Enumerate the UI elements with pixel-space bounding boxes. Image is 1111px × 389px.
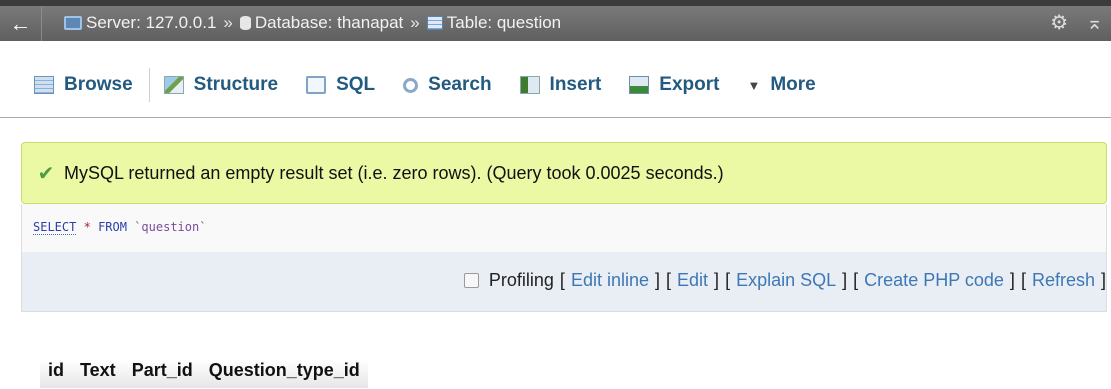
tabs-divider bbox=[0, 117, 1111, 118]
edit-link[interactable]: Edit bbox=[677, 270, 708, 291]
column-header-question-type-id[interactable]: Question_type_id bbox=[200, 360, 368, 388]
tab-label: Search bbox=[428, 74, 492, 95]
explain-sql-link[interactable]: Explain SQL bbox=[736, 270, 836, 291]
tab-browse[interactable]: Browse bbox=[20, 68, 150, 102]
breadcrumb-table[interactable]: Table: question bbox=[426, 13, 561, 33]
sql-query-box: SELECT * FROM `question` Profiling [Edit… bbox=[21, 204, 1107, 312]
browse-icon bbox=[34, 76, 54, 94]
breadcrumb-separator: » bbox=[410, 13, 420, 32]
database-icon bbox=[239, 16, 251, 30]
bracket: [ bbox=[559, 270, 565, 290]
bracket: [ bbox=[853, 270, 859, 290]
bracket: ] bbox=[1100, 270, 1106, 290]
result-column-headers: id Text Part_id Question_type_id bbox=[40, 360, 368, 388]
back-arrow-icon[interactable]: ← bbox=[0, 6, 42, 41]
breadcrumb-database-label[interactable]: Database: thanapat bbox=[255, 13, 403, 33]
column-header-text[interactable]: Text bbox=[72, 360, 124, 388]
tab-export[interactable]: Export bbox=[615, 68, 733, 102]
breadcrumb-server-label[interactable]: Server: 127.0.0.1 bbox=[86, 13, 216, 33]
bracket: ] bbox=[714, 270, 720, 290]
export-icon bbox=[629, 76, 650, 94]
bracket: ] bbox=[654, 270, 660, 290]
tab-structure[interactable]: Structure bbox=[150, 68, 292, 102]
bracket: ] bbox=[842, 270, 848, 290]
column-header-id[interactable]: id bbox=[40, 360, 72, 388]
gear-icon[interactable]: ⚙ bbox=[1050, 10, 1068, 35]
sql-query[interactable]: SELECT * FROM `question` bbox=[22, 204, 1106, 252]
tab-insert[interactable]: Insert bbox=[506, 68, 616, 102]
query-actions: Profiling [Edit inline] [Edit] [Explain … bbox=[463, 270, 1106, 291]
breadcrumb-separator: » bbox=[223, 13, 233, 32]
insert-icon bbox=[519, 76, 540, 94]
sql-identifier: `question` bbox=[134, 220, 207, 234]
sql-keyword-from: FROM bbox=[98, 220, 127, 234]
profiling-label[interactable]: Profiling bbox=[489, 270, 554, 291]
column-header-part-id[interactable]: Part_id bbox=[123, 360, 201, 388]
tab-label: SQL bbox=[336, 74, 376, 95]
sql-operator: * bbox=[83, 220, 91, 234]
breadcrumb-bar: ← Server: 127.0.0.1 » Database: thanapat… bbox=[0, 0, 1111, 41]
search-icon bbox=[403, 77, 419, 93]
tab-label: Browse bbox=[64, 74, 133, 95]
tab-label: Structure bbox=[193, 74, 279, 95]
server-icon bbox=[64, 16, 82, 30]
bracket: [ bbox=[725, 270, 731, 290]
bracket: [ bbox=[1020, 270, 1026, 290]
breadcrumb: Server: 127.0.0.1 » Database: thanapat »… bbox=[64, 13, 561, 33]
success-message: ✔ MySQL returned an empty result set (i.… bbox=[21, 142, 1107, 204]
table-icon bbox=[426, 16, 443, 30]
create-php-code-link[interactable]: Create PHP code bbox=[864, 270, 1004, 291]
tab-sql[interactable]: SQL bbox=[292, 68, 389, 102]
sql-keyword-select[interactable]: SELECT bbox=[33, 220, 77, 235]
breadcrumb-database[interactable]: Database: thanapat bbox=[239, 13, 403, 33]
tab-label: More bbox=[770, 74, 816, 95]
sql-icon bbox=[306, 76, 327, 94]
check-icon: ✔ bbox=[37, 162, 55, 185]
caret-down-icon: ▼ bbox=[747, 77, 761, 93]
breadcrumb-table-label[interactable]: Table: question bbox=[447, 13, 561, 33]
bracket: ] bbox=[1009, 270, 1015, 290]
refresh-link[interactable]: Refresh bbox=[1032, 270, 1095, 291]
bracket: [ bbox=[666, 270, 672, 290]
edit-inline-link[interactable]: Edit inline bbox=[571, 270, 649, 291]
breadcrumb-server[interactable]: Server: 127.0.0.1 bbox=[64, 13, 216, 33]
tab-label: Export bbox=[659, 74, 720, 95]
tab-more[interactable]: ▼ More bbox=[733, 68, 829, 102]
topbar-actions: ⚙ ⌅ bbox=[1050, 10, 1103, 35]
tab-search[interactable]: Search bbox=[389, 68, 505, 102]
profiling-checkbox[interactable] bbox=[463, 273, 479, 288]
success-message-text: MySQL returned an empty result set (i.e.… bbox=[64, 162, 724, 183]
structure-icon bbox=[163, 76, 184, 94]
collapse-icon[interactable]: ⌅ bbox=[1086, 10, 1103, 35]
tab-bar: Browse Structure SQL Search Insert Expor… bbox=[0, 41, 1111, 118]
tab-label: Insert bbox=[549, 74, 602, 95]
